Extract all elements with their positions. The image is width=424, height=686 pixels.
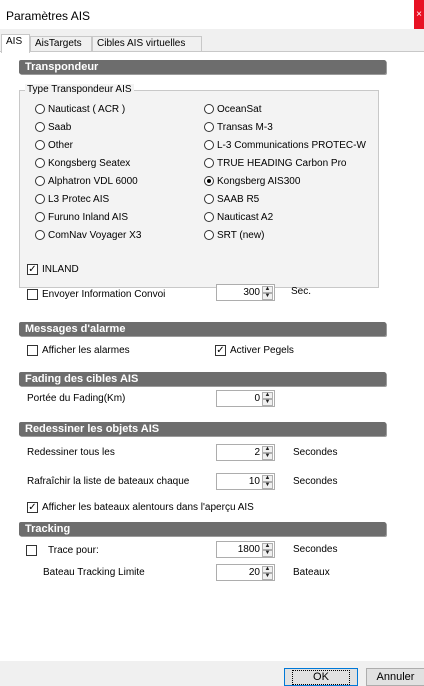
- inland-checkbox[interactable]: ✓ INLAND: [27, 263, 79, 276]
- spin-down-icon[interactable]: ▼: [262, 293, 273, 300]
- fading-range-label: Portée du Fading(Km): [27, 393, 126, 404]
- convoy-checkbox[interactable]: Envoyer Information Convoi: [27, 288, 165, 301]
- radio-button-icon: [35, 104, 45, 114]
- spin-up-icon[interactable]: ▲: [262, 475, 273, 482]
- radio-true-heading[interactable]: TRUE HEADING Carbon Pro: [204, 157, 346, 169]
- window-title: Paramètres AIS: [6, 9, 91, 23]
- radio-nauticast-a2[interactable]: Nauticast A2: [204, 211, 273, 223]
- fading-range-stepper[interactable]: 0 ▲ ▼: [216, 390, 275, 407]
- spin-up-icon[interactable]: ▲: [262, 543, 273, 550]
- radio-oceansat[interactable]: OceanSat: [204, 103, 261, 115]
- tracking-limit-value: 20: [248, 567, 260, 578]
- transponder-header: Transpondeur: [19, 60, 386, 74]
- radio-button-icon: [35, 122, 45, 132]
- radio-nauticast-acr[interactable]: Nauticast ( ACR ): [35, 103, 125, 115]
- redraw-interval-label: Redessiner tous les: [27, 447, 115, 458]
- ais-tab-panel: Transpondeur Type Transpondeur AIS Nauti…: [0, 51, 424, 661]
- check-icon: ✓: [215, 345, 226, 356]
- spin-up-icon[interactable]: ▲: [262, 566, 273, 573]
- radio-other[interactable]: Other: [35, 139, 73, 151]
- radio-button-icon: [204, 230, 214, 240]
- spin-down-icon[interactable]: ▼: [262, 453, 273, 460]
- radio-button-icon: [35, 140, 45, 150]
- radio-button-icon: [204, 158, 214, 168]
- tracking-header: Tracking: [19, 522, 386, 536]
- refresh-interval-label: Rafraîchir la liste de bateaux chaque: [27, 476, 190, 487]
- radio-button-icon: [35, 176, 45, 186]
- refresh-interval-value: 10: [248, 476, 260, 487]
- tab-ais[interactable]: AIS: [1, 34, 30, 53]
- trace-checkbox[interactable]: Trace pour:: [26, 544, 99, 557]
- convoy-unit-label: Sec.: [291, 286, 312, 297]
- radio-button-icon: [204, 194, 214, 204]
- radio-button-icon: [35, 158, 45, 168]
- pegels-checkbox[interactable]: ✓ Activer Pegels: [215, 344, 294, 357]
- tab-virtual-targets[interactable]: Cibles AIS virtuelles: [92, 36, 202, 52]
- spin-up-icon[interactable]: ▲: [262, 392, 273, 399]
- spin-down-icon[interactable]: ▼: [262, 573, 273, 580]
- fading-range-value: 0: [254, 393, 260, 404]
- radio-button-icon: [204, 212, 214, 222]
- alarms-header: Messages d'alarme: [19, 322, 386, 336]
- convoy-interval-stepper[interactable]: 300 ▲ ▼: [216, 284, 275, 301]
- checkbox-empty-icon: [26, 545, 37, 556]
- redraw-unit-label: Secondes: [293, 447, 338, 458]
- title-bar: Paramètres AIS ×: [0, 0, 424, 29]
- checkbox-empty-icon: [27, 345, 38, 356]
- radio-button-icon: [35, 212, 45, 222]
- radio-button-icon: [35, 194, 45, 204]
- spin-down-icon[interactable]: ▼: [262, 550, 273, 557]
- radio-button-icon: [35, 230, 45, 240]
- radio-alphatron[interactable]: Alphatron VDL 6000: [35, 175, 138, 187]
- radio-l3-protec-ais[interactable]: L3 Protec AIS: [35, 193, 109, 205]
- checkbox-empty-icon: [27, 289, 38, 300]
- spin-down-icon[interactable]: ▼: [262, 399, 273, 406]
- spin-up-icon[interactable]: ▲: [262, 286, 273, 293]
- nearby-boats-checkbox[interactable]: ✓ Afficher les bateaux alentours dans l'a…: [27, 501, 254, 514]
- transponder-type-group: Type Transpondeur AIS Nauticast ( ACR ) …: [19, 84, 379, 288]
- radio-button-icon: [204, 104, 214, 114]
- check-icon: ✓: [27, 264, 38, 275]
- ais-settings-window: Paramètres AIS × AIS AisTargets Cibles A…: [0, 0, 424, 686]
- fading-header: Fading des cibles AIS: [19, 372, 386, 386]
- redraw-header: Redessiner les objets AIS: [19, 422, 386, 436]
- radio-button-icon: [204, 122, 214, 132]
- radio-srt-new[interactable]: SRT (new): [204, 229, 264, 241]
- tracking-limit-unit-label: Bateaux: [293, 567, 330, 578]
- tab-strip: AIS AisTargets Cibles AIS virtuelles: [0, 34, 424, 53]
- convoy-interval-value: 300: [243, 287, 260, 298]
- close-button[interactable]: ×: [414, 0, 424, 29]
- radio-l3-protec-w[interactable]: L-3 Communications PROTEC-W: [204, 139, 366, 151]
- close-icon: ×: [416, 9, 422, 20]
- refresh-unit-label: Secondes: [293, 476, 338, 487]
- tracking-limit-stepper[interactable]: 20 ▲ ▼: [216, 564, 275, 581]
- refresh-interval-stepper[interactable]: 10 ▲ ▼: [216, 473, 275, 490]
- radio-saab[interactable]: Saab: [35, 121, 71, 133]
- radio-transas-m3[interactable]: Transas M-3: [204, 121, 273, 133]
- spin-down-icon[interactable]: ▼: [262, 482, 273, 489]
- radio-button-icon: [204, 140, 214, 150]
- radio-selected-icon: [204, 176, 214, 186]
- check-icon: ✓: [27, 502, 38, 513]
- redraw-interval-stepper[interactable]: 2 ▲ ▼: [216, 444, 275, 461]
- radio-kongsberg-seatex[interactable]: Kongsberg Seatex: [35, 157, 130, 169]
- trace-duration-value: 1800: [237, 544, 260, 555]
- trace-unit-label: Secondes: [293, 544, 338, 555]
- trace-duration-stepper[interactable]: 1800 ▲ ▼: [216, 541, 275, 558]
- transponder-type-label: Type Transpondeur AIS: [25, 84, 134, 95]
- tracking-limit-label: Bateau Tracking Limite: [43, 567, 145, 578]
- spin-up-icon[interactable]: ▲: [262, 446, 273, 453]
- ok-button[interactable]: OK: [284, 668, 358, 686]
- radio-furuno-inland[interactable]: Furuno Inland AIS: [35, 211, 128, 223]
- show-alarms-checkbox[interactable]: Afficher les alarmes: [27, 344, 130, 357]
- radio-comnav-voyager[interactable]: ComNav Voyager X3: [35, 229, 141, 241]
- radio-kongsberg-ais300[interactable]: Kongsberg AIS300: [204, 175, 300, 187]
- tab-aistargets[interactable]: AisTargets: [30, 36, 92, 52]
- redraw-interval-value: 2: [254, 447, 260, 458]
- cancel-button[interactable]: Annuler: [366, 668, 424, 686]
- radio-saab-r5[interactable]: SAAB R5: [204, 193, 259, 205]
